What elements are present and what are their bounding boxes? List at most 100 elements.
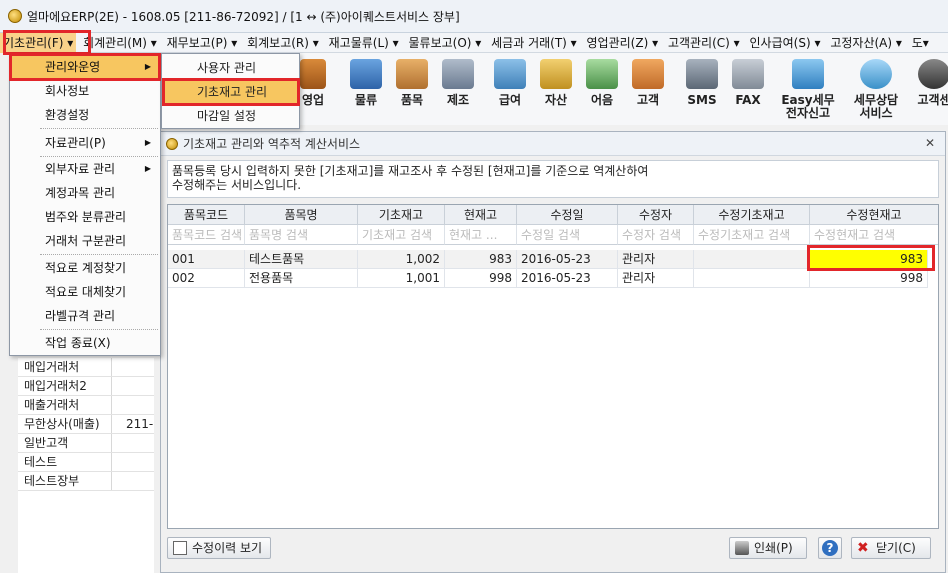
menu-item-category-management[interactable]: 범주와 분류관리 [11,205,159,229]
tax-doc-icon [792,59,824,89]
column-header-code[interactable]: 품목코드 [168,205,245,225]
column-header-base-stock[interactable]: 기초재고 [358,205,445,225]
dialog-logo-icon [166,137,178,150]
cell-base: 1,001 [358,269,445,288]
menu-sales[interactable]: 영업관리(Z) ▾ [584,33,662,53]
menu-divider [40,254,158,255]
menu-item-find-account[interactable]: 적요로 계정찾기 [11,256,159,280]
chat-icon [860,59,892,89]
toolbar-sales-button[interactable]: 영업 [300,59,326,107]
cell-base: 1,002 [358,250,445,269]
menu-logistics-report[interactable]: 물류보고(O) ▾ [406,33,485,53]
column-header-current-stock[interactable]: 현재고 [445,205,517,225]
list-item[interactable]: 무한상사(매출) 211- [18,415,154,434]
menu-item-label-spec[interactable]: 라벨규격 관리 [11,304,159,328]
filter-name-input[interactable]: 품목명 검색 [245,225,358,245]
submenu-arrow-icon: ▶ [144,138,151,147]
list-item[interactable]: 일반고객 [18,434,154,453]
toolbar-logistics-button[interactable]: 물류 [348,59,384,107]
menu-item-closing-date[interactable]: 마감일 설정 [163,104,299,128]
menu-fixed-assets[interactable]: 고정자산(A) ▾ [827,33,905,53]
menu-finance-report[interactable]: 재무보고(P) ▾ [164,33,241,53]
basic-management-menu: 관리와운영 ▶ 회사정보 환경설정 자료관리(P) ▶ 외부자료 관리 ▶ 계정과목 … [9,53,161,356]
list-item[interactable]: 매입거래처2 [18,377,154,396]
management-submenu: 사용자 관리 기초재고 관리 마감일 설정 [161,53,300,129]
truck-icon [350,59,382,89]
cell-edit-base[interactable] [694,250,810,269]
phone-icon [686,59,718,89]
menu-item-management[interactable]: 관리와운영 ▶ [11,55,159,79]
menu-more[interactable]: 도▾ [909,33,932,53]
menu-tax-trade[interactable]: 세금과 거래(T) ▾ [488,33,580,53]
filter-code-input[interactable]: 품목코드 검색 [168,225,245,245]
toolbar-payroll-button[interactable]: 급여 [492,59,528,107]
toolbar-items-button[interactable]: 품목 [394,59,430,107]
dialog-title-bar[interactable]: 기초재고 관리와 역추적 계산서비스 ✕ [161,132,945,156]
list-item[interactable]: 테스트장부 [18,472,154,491]
toolbar-fax-button[interactable]: FAX [730,59,766,107]
menu-item-data-management[interactable]: 자료관리(P) ▶ [11,131,159,155]
menu-item-find-transfer[interactable]: 적요로 대체찾기 [11,280,159,304]
close-icon[interactable]: ✕ [925,136,935,150]
print-button[interactable]: 인쇄(P) [729,537,807,559]
toolbar-support-button[interactable]: 고객센 [914,59,948,107]
toolbar-assets-button[interactable]: 자산 [538,59,574,107]
cell-date: 2016-05-23 [517,250,618,269]
cell-code: 001 [168,250,245,269]
toolbar-easy-tax-button[interactable]: Easy세무 전자신고 [776,59,840,120]
filter-current-input[interactable]: 현재고 ... [445,225,517,245]
toolbar-customer-button[interactable]: 고객 [630,59,666,107]
dialog-button-bar: 수정이력 보기 인쇄(P) ? ✖ 닫기(C) [161,530,945,572]
menu-item-preferences[interactable]: 환경설정 [11,103,159,127]
toolbar-manufacture-button[interactable]: 제조 [440,59,476,107]
cell-name: 테스트품목 [245,250,358,269]
cell-edit-current[interactable]: 983 [810,250,928,269]
column-header-name[interactable]: 품목명 [245,205,358,225]
menu-item-company-info[interactable]: 회사정보 [11,79,159,103]
list-item[interactable]: 매입거래처 [18,358,154,377]
fax-icon [732,59,764,89]
filter-edit-base-input[interactable]: 수정기초재고 검색 [694,225,810,245]
list-item[interactable]: 테스트 [18,453,154,472]
toolbar-sms-button[interactable]: SMS [684,59,720,107]
cell-current: 998 [445,269,517,288]
menu-item-account-management[interactable]: 계정과목 관리 [11,181,159,205]
filter-base-input[interactable]: 기초재고 검색 [358,225,445,245]
menu-payroll[interactable]: 인사급여(S) ▾ [747,33,824,53]
inventory-dialog: 기초재고 관리와 역추적 계산서비스 ✕ 품목등록 당시 입력하지 못한 [기초… [160,131,946,573]
column-header-editor[interactable]: 수정자 [618,205,694,225]
boxes-icon [396,59,428,89]
tools-icon [442,59,474,89]
menu-item-base-inventory[interactable]: 기초재고 관리 [163,80,299,104]
history-button[interactable]: 수정이력 보기 [167,537,271,559]
column-header-edit-current[interactable]: 수정현재고 [810,205,938,225]
submenu-arrow-icon: ▶ [144,62,151,71]
close-button[interactable]: ✖ 닫기(C) [851,537,931,559]
toolbar-bills-button[interactable]: 어음 [584,59,620,107]
cell-edit-base[interactable] [694,269,810,288]
cell-edit-current[interactable]: 998 [810,269,928,288]
menu-item-user-management[interactable]: 사용자 관리 [163,56,299,80]
menu-inventory[interactable]: 재고물류(L) ▾ [326,33,402,53]
menu-customer[interactable]: 고객관리(C) ▾ [665,33,743,53]
list-item[interactable]: 매출거래처 [18,396,154,415]
menu-item-external-data[interactable]: 외부자료 관리 ▶ [11,157,159,181]
column-header-edit-base[interactable]: 수정기초재고 [694,205,810,225]
people-icon [632,59,664,89]
column-header-edit-date[interactable]: 수정일 [517,205,618,225]
help-button[interactable]: ? [818,537,842,559]
menu-accounting[interactable]: 회계관리(M) ▾ [80,33,160,53]
filter-edit-current-input[interactable]: 수정현재고 검색 [810,225,938,245]
cell-name: 전용품목 [245,269,358,288]
toolbar-tax-consult-button[interactable]: 세무상담 서비스 [846,59,906,120]
id-card-icon [494,59,526,89]
customer-list: 매입거래처 매입거래처2 매출거래처 무한상사(매출) 211- 일반고객 테스트… [18,358,154,573]
menu-item-vendor-group[interactable]: 거래처 구분관리 [11,229,159,253]
cell-date: 2016-05-23 [517,269,618,288]
menu-item-exit[interactable]: 작업 종료(X) [11,331,159,355]
filter-date-input[interactable]: 수정일 검색 [517,225,618,245]
submenu-arrow-icon: ▶ [144,164,151,173]
filter-editor-input[interactable]: 수정자 검색 [618,225,694,245]
menu-accounting-report[interactable]: 회계보고(R) ▾ [244,33,322,53]
menu-basic-management[interactable]: 기초관리(F) ▾ [0,33,77,53]
